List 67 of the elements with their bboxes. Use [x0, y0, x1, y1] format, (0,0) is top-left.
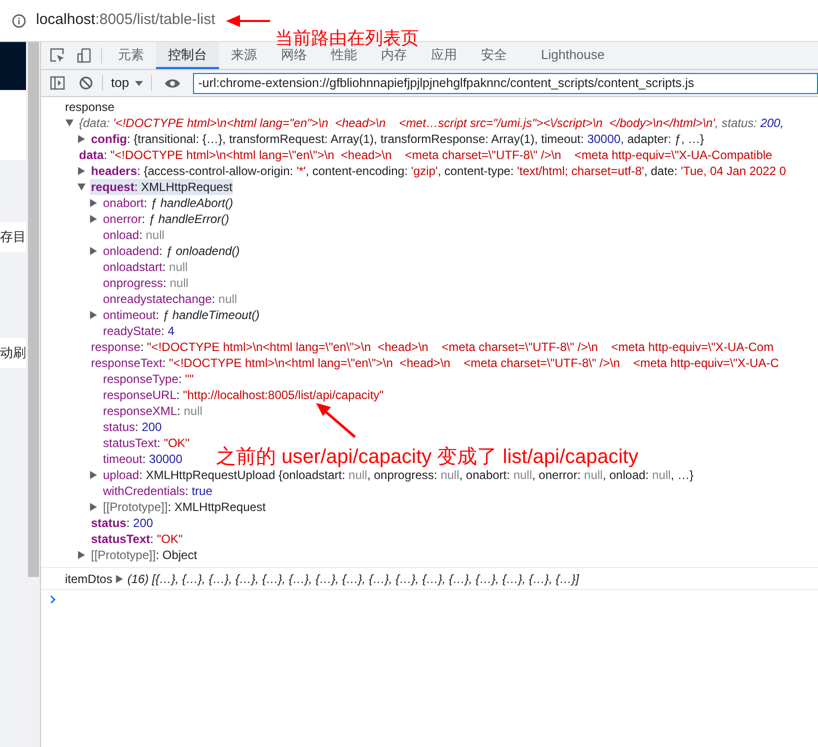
- expand-icon[interactable]: [90, 215, 97, 223]
- property-text: statusText: "OK": [90, 531, 184, 547]
- expand-icon[interactable]: [90, 199, 97, 207]
- expand-icon[interactable]: [90, 311, 97, 319]
- url-text[interactable]: localhost:8005/list/table-list: [36, 9, 216, 32]
- property-text: [[Prototype]]: XMLHttpRequest: [102, 499, 267, 515]
- log-label: response: [65, 99, 114, 115]
- property-text: onloadstart: null: [102, 259, 189, 275]
- filter-field[interactable]: -url:chrome-extension://gfbliohnnapiefjpjlpjnehglfpaknnc/content_scripts/content_scripts.js: [193, 72, 818, 94]
- property-text: data: "<!DOCTYPE html>\n<html lang=\"en\">\n <head>\n <meta charset=\"UTF-8\" />\n <meta http-equiv=\"X-UA-Compatible: [78, 147, 774, 163]
- expand-icon[interactable]: [116, 574, 124, 582]
- devtools-tab[interactable]: Lighthouse: [529, 42, 617, 69]
- page-button[interactable]: 动刷: [0, 338, 26, 368]
- scrollbar-thumb[interactable]: [28, 42, 39, 577]
- annotation-text: 当前路由在列表页: [275, 27, 419, 48]
- property-text: statusText: "OK": [102, 435, 191, 451]
- expand-icon[interactable]: [90, 471, 97, 479]
- expand-icon[interactable]: [66, 120, 74, 126]
- property-text: upload: XMLHttpRequestUpload {onloadstart: null, onprogress: null, onabort: null, onerror: null, onload: null, …}: [102, 468, 694, 483]
- expand-icon[interactable]: [90, 247, 97, 255]
- property-text: status: 200: [90, 515, 154, 531]
- devtools-tab[interactable]: 安全: [469, 42, 519, 69]
- devtools-tab[interactable]: 控制台: [156, 42, 219, 69]
- device-icon[interactable]: [77, 48, 92, 63]
- property-text: onprogress: null: [102, 275, 190, 291]
- property-text: onerror: ƒ handleError(): [102, 211, 230, 227]
- annotation-text: 之前的 user/api/capacity 变成了 list/api/capacity: [216, 445, 638, 470]
- property-text: responseText: "<!DOCTYPE html>\n<html lang=\"en\">\n <head>\n <meta charset=\"UTF-8\" />\n <meta http-equiv=\"X-UA-C: [90, 355, 780, 371]
- expand-icon[interactable]: [78, 167, 85, 175]
- property-text: headers: {access-control-allow-origin: '*', content-encoding: 'gzip', content-type: 'text/html; charset=utf-8', date: 'Tue, 04 Jan 2022 0: [90, 163, 788, 179]
- expand-icon[interactable]: [90, 503, 97, 511]
- expand-icon[interactable]: [78, 135, 85, 143]
- sidebar-toggle-icon[interactable]: [50, 76, 65, 90]
- property-text: config: {transitional: {…}, transformRequest: Array(1), transformResponse: Array(1), timeout: 30000, adapter: ƒ, …}: [90, 131, 705, 147]
- property-text: responseXML: null: [102, 403, 204, 419]
- property-text: status: 200: [102, 419, 163, 435]
- caret-icon: [135, 80, 144, 86]
- property-text: onreadystatechange: null: [102, 291, 238, 307]
- property-text: response: "<!DOCTYPE html>\n<html lang=\"en\">\n <head>\n <meta charset=\"UTF-8\" />\n <meta http-equiv=\"X-UA-Com: [90, 339, 775, 355]
- array-preview: (16) [{…}, {…}, {…}, {…}, {…}, {…}, {…}, {…}, {…}, {…}, {…}, {…}, {…}, {…}, {…}, {…}]: [127, 570, 579, 586]
- property-text: responseType: "": [102, 371, 195, 387]
- eye-icon[interactable]: [164, 78, 182, 88]
- property-text: readyState: 4: [102, 323, 176, 339]
- devtools-tab[interactable]: 元素: [106, 42, 156, 69]
- property-text: onloadend: ƒ onloadend(): [102, 243, 241, 259]
- property-text: responseURL: "http://localhost:8005/list/api/capacity": [102, 387, 385, 403]
- property-text: [[Prototype]]: Object: [90, 547, 198, 563]
- inspect-icon[interactable]: [50, 48, 65, 63]
- property-text: withCredentials: true: [102, 483, 214, 499]
- property-text: onload: null: [102, 227, 166, 243]
- annotation-arrow: [226, 14, 270, 28]
- block-icon[interactable]: [79, 76, 93, 90]
- devtools-tab[interactable]: 来源: [219, 42, 269, 69]
- context-dropdown[interactable]: top: [103, 73, 152, 93]
- property-text: timeout: 30000: [102, 451, 184, 467]
- property-text: ontimeout: ƒ handleTimeout(): [102, 307, 261, 323]
- devtools-tab[interactable]: 应用: [419, 42, 469, 69]
- page-button[interactable]: 存目: [0, 222, 26, 252]
- annotation-arrow: [316, 403, 356, 438]
- property-text: request: XMLHttpRequest: [90, 179, 234, 195]
- info-icon[interactable]: [12, 14, 26, 28]
- log-label: itemDtos: [65, 570, 112, 586]
- prompt-icon[interactable]: [50, 595, 56, 604]
- property-text: onabort: ƒ handleAbort(): [102, 195, 234, 211]
- property-text: {data: '<!DOCTYPE html>\n<html lang="en">\n <head>\n <met…script src="/umi.js"><\/script>\n </body>\n</html>\n', status: 200,: [78, 115, 785, 131]
- expand-icon[interactable]: [78, 184, 86, 190]
- expand-icon[interactable]: [78, 551, 85, 559]
